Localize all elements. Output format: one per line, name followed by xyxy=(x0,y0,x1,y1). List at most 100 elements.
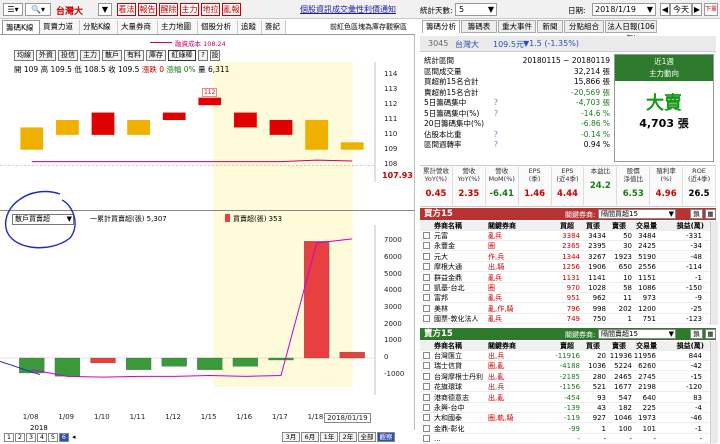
right-tab-5[interactable]: 分點組合 xyxy=(564,20,604,33)
quick-button[interactable]: 主力 xyxy=(180,3,199,16)
indicator-button-5[interactable]: 散戶 xyxy=(102,50,122,61)
table-row[interactable]: 富邦 亂兵 951 962 11 973 -9 xyxy=(420,293,716,304)
right-tab-1[interactable]: 籌碼分析 xyxy=(422,20,460,33)
table-row[interactable]: 國票-敦化法人 亂兵 749 750 1 751 -123 xyxy=(420,314,716,325)
quick-button[interactable]: 報告 xyxy=(138,3,157,16)
quick-button[interactable]: 看法 xyxy=(117,3,136,16)
top-link[interactable]: 成交彙性 xyxy=(332,4,364,15)
indicator-button-3[interactable]: 投信 xyxy=(58,50,78,61)
tab-2[interactable]: 買賣力道 xyxy=(40,20,80,34)
indicator-button-2[interactable]: 外資 xyxy=(36,50,56,61)
indicator-button-9[interactable]: ? xyxy=(198,50,208,61)
row-checkbox[interactable] xyxy=(423,414,430,422)
search-dropdown-button[interactable]: 🔍▾ xyxy=(25,3,51,16)
table-row[interactable]: 美林 亂,作,騎 796 998 202 1200 -25 xyxy=(420,304,716,314)
page-button-1[interactable]: 1 xyxy=(4,433,14,442)
buy-grid-icon[interactable]: ▦ xyxy=(705,209,716,219)
row-checkbox[interactable] xyxy=(423,393,430,401)
indicator-button-10[interactable]: 設 xyxy=(210,50,220,61)
sell-grid-icon[interactable]: ▦ xyxy=(705,329,716,339)
table-row[interactable]: 永豐金 圈 2365 2395 30 2425 -34 xyxy=(420,241,716,252)
tab-4[interactable]: 大量券商 xyxy=(118,20,158,34)
table-row[interactable]: 瑞士信貸 圈,亂 -4188 1036 5224 6260 -42 xyxy=(420,361,716,372)
row-checkbox[interactable] xyxy=(423,273,430,281)
page-button-4[interactable]: 4 xyxy=(37,433,47,442)
page-button-3[interactable]: 3 xyxy=(26,433,36,442)
tab-6[interactable]: 個股分析 xyxy=(198,20,238,34)
menu-dropdown-button[interactable]: ☰▾ xyxy=(3,3,23,16)
table-row[interactable]: 群益金鼎 亂兵 1131 1141 10 1151 -1 xyxy=(420,273,716,283)
indicator-button-4[interactable]: 主力 xyxy=(80,50,100,61)
page-button-5[interactable]: 5 xyxy=(48,433,58,442)
tab-5[interactable]: 主力地圖 xyxy=(158,20,198,34)
row-checkbox[interactable] xyxy=(423,263,430,271)
range-button[interactable]: 2年 xyxy=(339,432,357,442)
page-button-6[interactable]: 6 xyxy=(59,433,69,442)
table-row[interactable]: 大和國泰 圈,軌,騎 -119 927 1046 1973 -46 xyxy=(420,413,716,424)
table-row[interactable]: 台灣匯立 出,兵 -11916 20 11936 11956 844 xyxy=(420,351,716,361)
table-row[interactable]: 台灣摩根士丹利 出,亂 -2185 280 2465 2745 -15 xyxy=(420,372,716,382)
row-checkbox[interactable] xyxy=(423,242,430,250)
page-next-icon[interactable]: ◂ xyxy=(72,433,76,441)
buy-lock-button[interactable]: 鎖 xyxy=(690,209,703,219)
range-button[interactable]: 6月 xyxy=(301,432,319,442)
buy-scrollbar[interactable] xyxy=(710,221,718,325)
top-link[interactable]: 利價通知 xyxy=(364,4,396,15)
row-checkbox[interactable] xyxy=(423,294,430,302)
trade-button[interactable]: 下單 xyxy=(704,3,718,16)
tab-3[interactable]: 分點K線 xyxy=(80,20,118,34)
row-checkbox[interactable] xyxy=(423,315,430,323)
range-button[interactable]: 1年 xyxy=(320,432,338,442)
tab-1[interactable]: 籌碼K線 xyxy=(2,20,40,34)
row-checkbox[interactable] xyxy=(423,304,430,312)
row-checkbox[interactable] xyxy=(423,284,430,291)
info-icon[interactable]: ? xyxy=(494,130,498,140)
date-input[interactable]: 2018/1/19 ▼ xyxy=(592,3,656,16)
quick-button[interactable]: 地拉 xyxy=(201,3,220,16)
row-checkbox[interactable] xyxy=(423,435,430,443)
table-row[interactable]: 元富 亂兵 3384 3434 50 3484 -331 xyxy=(420,231,716,241)
right-tab-6[interactable]: 法人日報(106年) xyxy=(605,20,657,43)
right-tab-3[interactable]: 重大事件 xyxy=(498,20,536,33)
quick-button[interactable]: 醒除 xyxy=(159,3,178,16)
today-button[interactable]: 今天 xyxy=(670,3,692,16)
indicator-button-8[interactable]: 紅綠棒 xyxy=(168,50,196,61)
row-checkbox[interactable] xyxy=(423,252,430,260)
table-row[interactable]: 摩根大通 出,騎 1256 1906 650 2556 -114 xyxy=(420,262,716,273)
page-button-2[interactable]: 2 xyxy=(15,433,25,442)
table-row[interactable]: 永興-台中 -139 43 182 225 -4 xyxy=(420,403,716,413)
range-button[interactable]: 觀察 xyxy=(377,432,395,442)
quick-button[interactable]: 亂報 xyxy=(222,3,241,16)
tab-7[interactable]: 追蹤 xyxy=(238,20,262,34)
range-button[interactable]: 3月 xyxy=(282,432,300,442)
row-checkbox[interactable] xyxy=(423,372,430,380)
row-checkbox[interactable] xyxy=(423,352,430,359)
sell-scrollbar[interactable] xyxy=(710,341,718,443)
row-checkbox[interactable] xyxy=(423,383,430,391)
row-checkbox[interactable] xyxy=(423,232,430,239)
right-tab-4[interactable]: 新聞 xyxy=(537,20,563,33)
range-button[interactable]: 全部 xyxy=(358,432,376,442)
info-icon[interactable]: ? xyxy=(494,98,498,108)
row-checkbox[interactable] xyxy=(423,362,430,370)
table-row[interactable]: 金鼎-彰化 -99 1 100 101 -1 xyxy=(420,424,716,434)
next-date-button[interactable]: ▶ xyxy=(692,3,702,16)
right-tab-2[interactable]: 籌碼表 xyxy=(461,20,497,33)
chevron-down-icon[interactable]: ▼ xyxy=(98,3,112,16)
table-row[interactable]: 花旗環球 出,兵 -1156 521 1677 2198 -120 xyxy=(420,382,716,393)
indicator-button-6[interactable]: 有料 xyxy=(124,50,144,61)
top-link[interactable]: 個股資訊 xyxy=(300,4,332,15)
tab-8[interactable]: 簽記 xyxy=(262,20,286,34)
period-select[interactable]: 5 ▼ xyxy=(455,3,497,16)
buy-filter-select[interactable]: 隔間買超15 ▼ xyxy=(598,209,676,219)
table-row[interactable]: 元大 作,兵 1344 3267 1923 5190 -48 xyxy=(420,252,716,262)
row-checkbox[interactable] xyxy=(423,424,430,432)
info-icon[interactable]: ? xyxy=(494,109,498,119)
table-row[interactable]: 港商德意志 出,亂 -454 93 547 640 83 xyxy=(420,393,716,403)
info-icon[interactable]: ? xyxy=(494,140,498,150)
indicator-button-7[interactable]: 庫存 xyxy=(146,50,166,61)
row-checkbox[interactable] xyxy=(423,404,430,411)
table-row[interactable]: 凱基-台北 圈 970 1028 58 1086 -150 xyxy=(420,283,716,293)
sell-filter-select[interactable]: 隔間賣超15 ▼ xyxy=(598,329,676,339)
prev-date-button[interactable]: ◀ xyxy=(660,3,670,16)
